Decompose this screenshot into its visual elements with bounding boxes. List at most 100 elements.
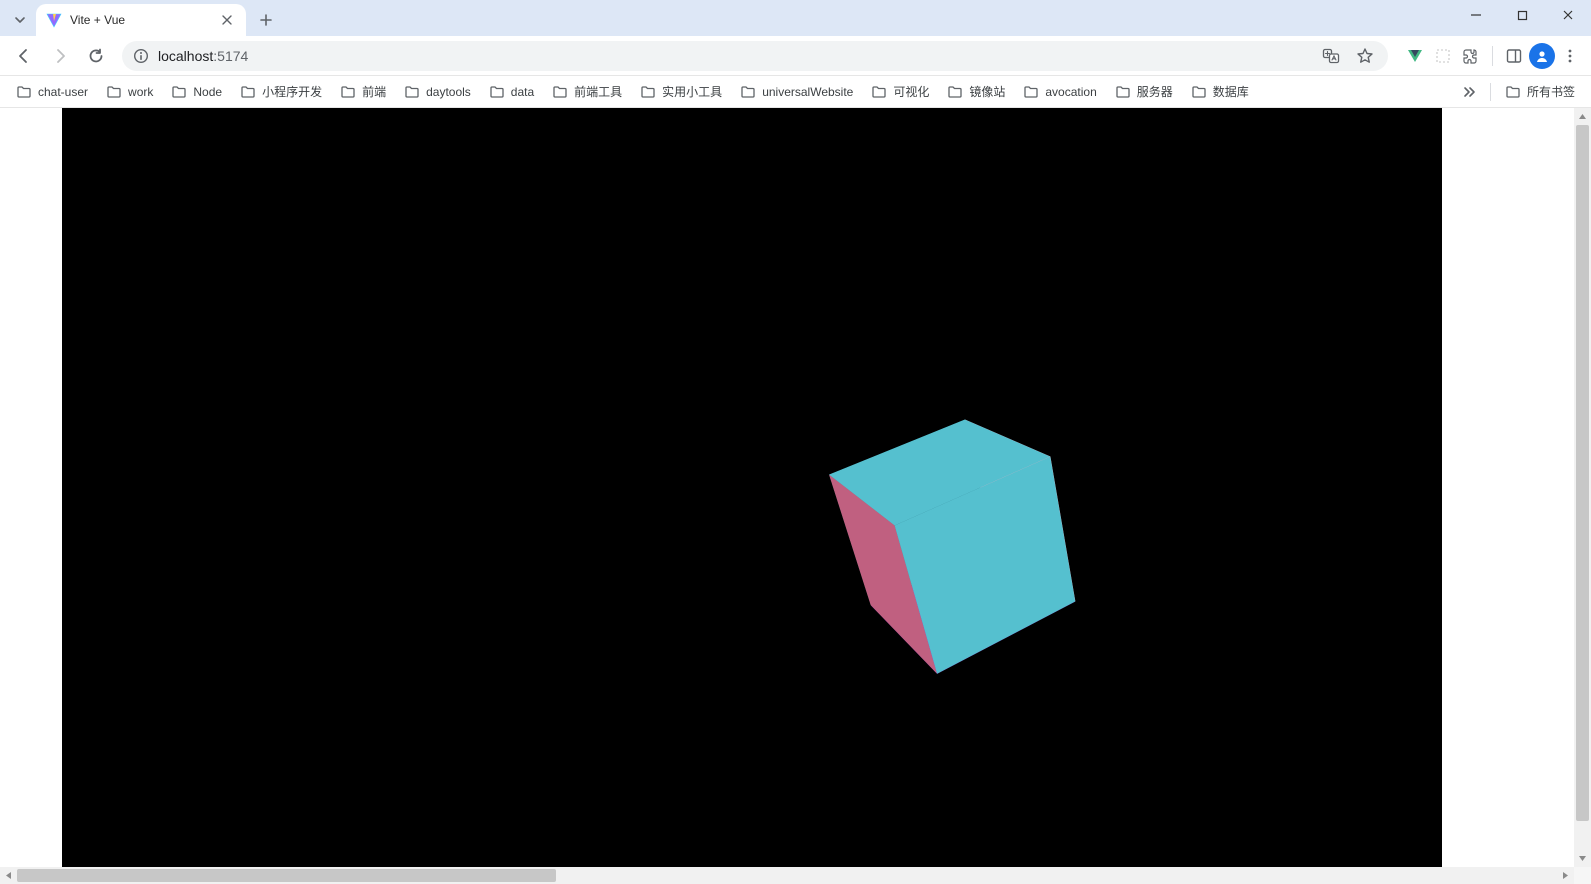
tab-strip: Vite + Vue xyxy=(0,0,280,36)
url-text: localhost:5174 xyxy=(158,48,1310,64)
chevron-double-right-icon xyxy=(1462,85,1476,99)
horizontal-scrollbar[interactable] xyxy=(0,867,1591,884)
vue-devtools-extension[interactable] xyxy=(1402,43,1428,69)
extension-placeholder[interactable] xyxy=(1430,43,1456,69)
threejs-canvas[interactable] xyxy=(62,108,1442,867)
folder-icon xyxy=(16,84,32,100)
bookmark-label: 实用小工具 xyxy=(662,83,722,100)
tab-close-button[interactable] xyxy=(218,11,236,29)
bookmark-folder[interactable]: 数据库 xyxy=(1183,79,1257,104)
bookmark-label: 小程序开发 xyxy=(262,83,322,100)
translate-icon xyxy=(1322,47,1340,65)
reload-button[interactable] xyxy=(80,40,112,72)
back-button[interactable] xyxy=(8,40,40,72)
url-port: :5174 xyxy=(213,48,248,64)
arrow-left-icon xyxy=(15,47,33,65)
folder-icon xyxy=(171,84,187,100)
separator xyxy=(1492,46,1493,66)
bookmark-folder[interactable]: Node xyxy=(163,80,230,104)
folder-icon xyxy=(340,84,356,100)
bookmark-star-button[interactable] xyxy=(1352,43,1378,69)
bookmark-folder[interactable]: 实用小工具 xyxy=(632,79,730,104)
scroll-thumb[interactable] xyxy=(17,869,556,882)
triangle-left-icon xyxy=(4,871,13,880)
bookmark-folder[interactable]: chat-user xyxy=(8,80,96,104)
bookmark-folder[interactable]: data xyxy=(481,80,542,104)
scroll-up-button[interactable] xyxy=(1574,108,1591,125)
window-maximize-button[interactable] xyxy=(1499,0,1545,30)
window-controls xyxy=(1453,0,1591,36)
folder-icon xyxy=(640,84,656,100)
url-host: localhost xyxy=(158,48,213,64)
browser-tab-active[interactable]: Vite + Vue xyxy=(36,4,246,36)
bookmark-folder[interactable]: 镜像站 xyxy=(939,79,1013,104)
bookmark-label: 服务器 xyxy=(1137,83,1173,100)
close-icon xyxy=(1562,9,1574,21)
bookmark-label: 可视化 xyxy=(893,83,929,100)
folder-icon xyxy=(1115,84,1131,100)
bookmark-folder[interactable]: universalWebsite xyxy=(732,80,861,104)
folder-icon xyxy=(1023,84,1039,100)
folder-icon xyxy=(1505,84,1521,100)
bookmarks-bar: chat-user work Node 小程序开发 前端 daytools da… xyxy=(0,76,1591,108)
extensions-button[interactable] xyxy=(1458,43,1484,69)
bookmark-folder[interactable]: 小程序开发 xyxy=(232,79,330,104)
bookmark-folder[interactable]: 前端 xyxy=(332,79,394,104)
all-bookmarks-button[interactable]: 所有书签 xyxy=(1497,79,1583,104)
folder-icon xyxy=(740,84,756,100)
folder-icon xyxy=(1191,84,1207,100)
page-content xyxy=(0,108,1574,867)
bookmark-label: Node xyxy=(193,85,222,99)
scroll-right-button[interactable] xyxy=(1557,867,1574,884)
bookmarks-overflow-button[interactable] xyxy=(1454,81,1484,103)
bookmark-folder[interactable]: 服务器 xyxy=(1107,79,1181,104)
vertical-scrollbar[interactable] xyxy=(1574,108,1591,867)
scroll-left-button[interactable] xyxy=(0,867,17,884)
scroll-thumb[interactable] xyxy=(1576,125,1589,821)
extension-icons xyxy=(1402,43,1583,69)
profile-avatar-icon xyxy=(1529,43,1555,69)
info-icon xyxy=(133,48,149,64)
all-bookmarks-label: 所有书签 xyxy=(1527,83,1575,100)
scroll-track[interactable] xyxy=(1574,125,1591,850)
folder-icon xyxy=(871,84,887,100)
bookmark-folder[interactable]: 前端工具 xyxy=(544,79,630,104)
bookmark-folder[interactable]: daytools xyxy=(396,80,479,104)
vite-favicon-icon xyxy=(46,12,62,28)
separator xyxy=(1490,83,1491,101)
translate-button[interactable] xyxy=(1318,43,1344,69)
bookmark-label: work xyxy=(128,85,153,99)
browser-titlebar: Vite + Vue xyxy=(0,0,1591,36)
puzzle-icon xyxy=(1462,47,1480,65)
new-tab-button[interactable] xyxy=(252,6,280,34)
bookmark-label: 镜像站 xyxy=(969,83,1005,100)
bookmark-folder[interactable]: avocation xyxy=(1015,80,1104,104)
folder-icon xyxy=(947,84,963,100)
tab-search-button[interactable] xyxy=(8,6,32,34)
tab-title: Vite + Vue xyxy=(70,13,210,27)
scroll-down-button[interactable] xyxy=(1574,850,1591,867)
browser-toolbar: localhost:5174 xyxy=(0,36,1591,76)
bookmark-label: 前端工具 xyxy=(574,83,622,100)
window-minimize-button[interactable] xyxy=(1453,0,1499,30)
bookmark-folder[interactable]: 可视化 xyxy=(863,79,937,104)
rotating-cube xyxy=(859,436,1031,636)
folder-icon xyxy=(240,84,256,100)
scroll-track[interactable] xyxy=(17,867,1557,884)
minimize-icon xyxy=(1470,9,1482,21)
profile-button[interactable] xyxy=(1529,43,1555,69)
cube-scene xyxy=(872,458,1032,618)
kebab-icon xyxy=(1561,47,1579,65)
chrome-menu-button[interactable] xyxy=(1557,43,1583,69)
arrow-right-icon xyxy=(51,47,69,65)
bookmark-folder[interactable]: work xyxy=(98,80,161,104)
bookmark-label: 前端 xyxy=(362,83,386,100)
forward-button[interactable] xyxy=(44,40,76,72)
address-bar[interactable]: localhost:5174 xyxy=(122,41,1388,71)
reload-icon xyxy=(87,47,105,65)
site-info-button[interactable] xyxy=(132,47,150,65)
side-panel-button[interactable] xyxy=(1501,43,1527,69)
star-icon xyxy=(1356,47,1374,65)
bookmark-label: data xyxy=(511,85,534,99)
window-close-button[interactable] xyxy=(1545,0,1591,30)
